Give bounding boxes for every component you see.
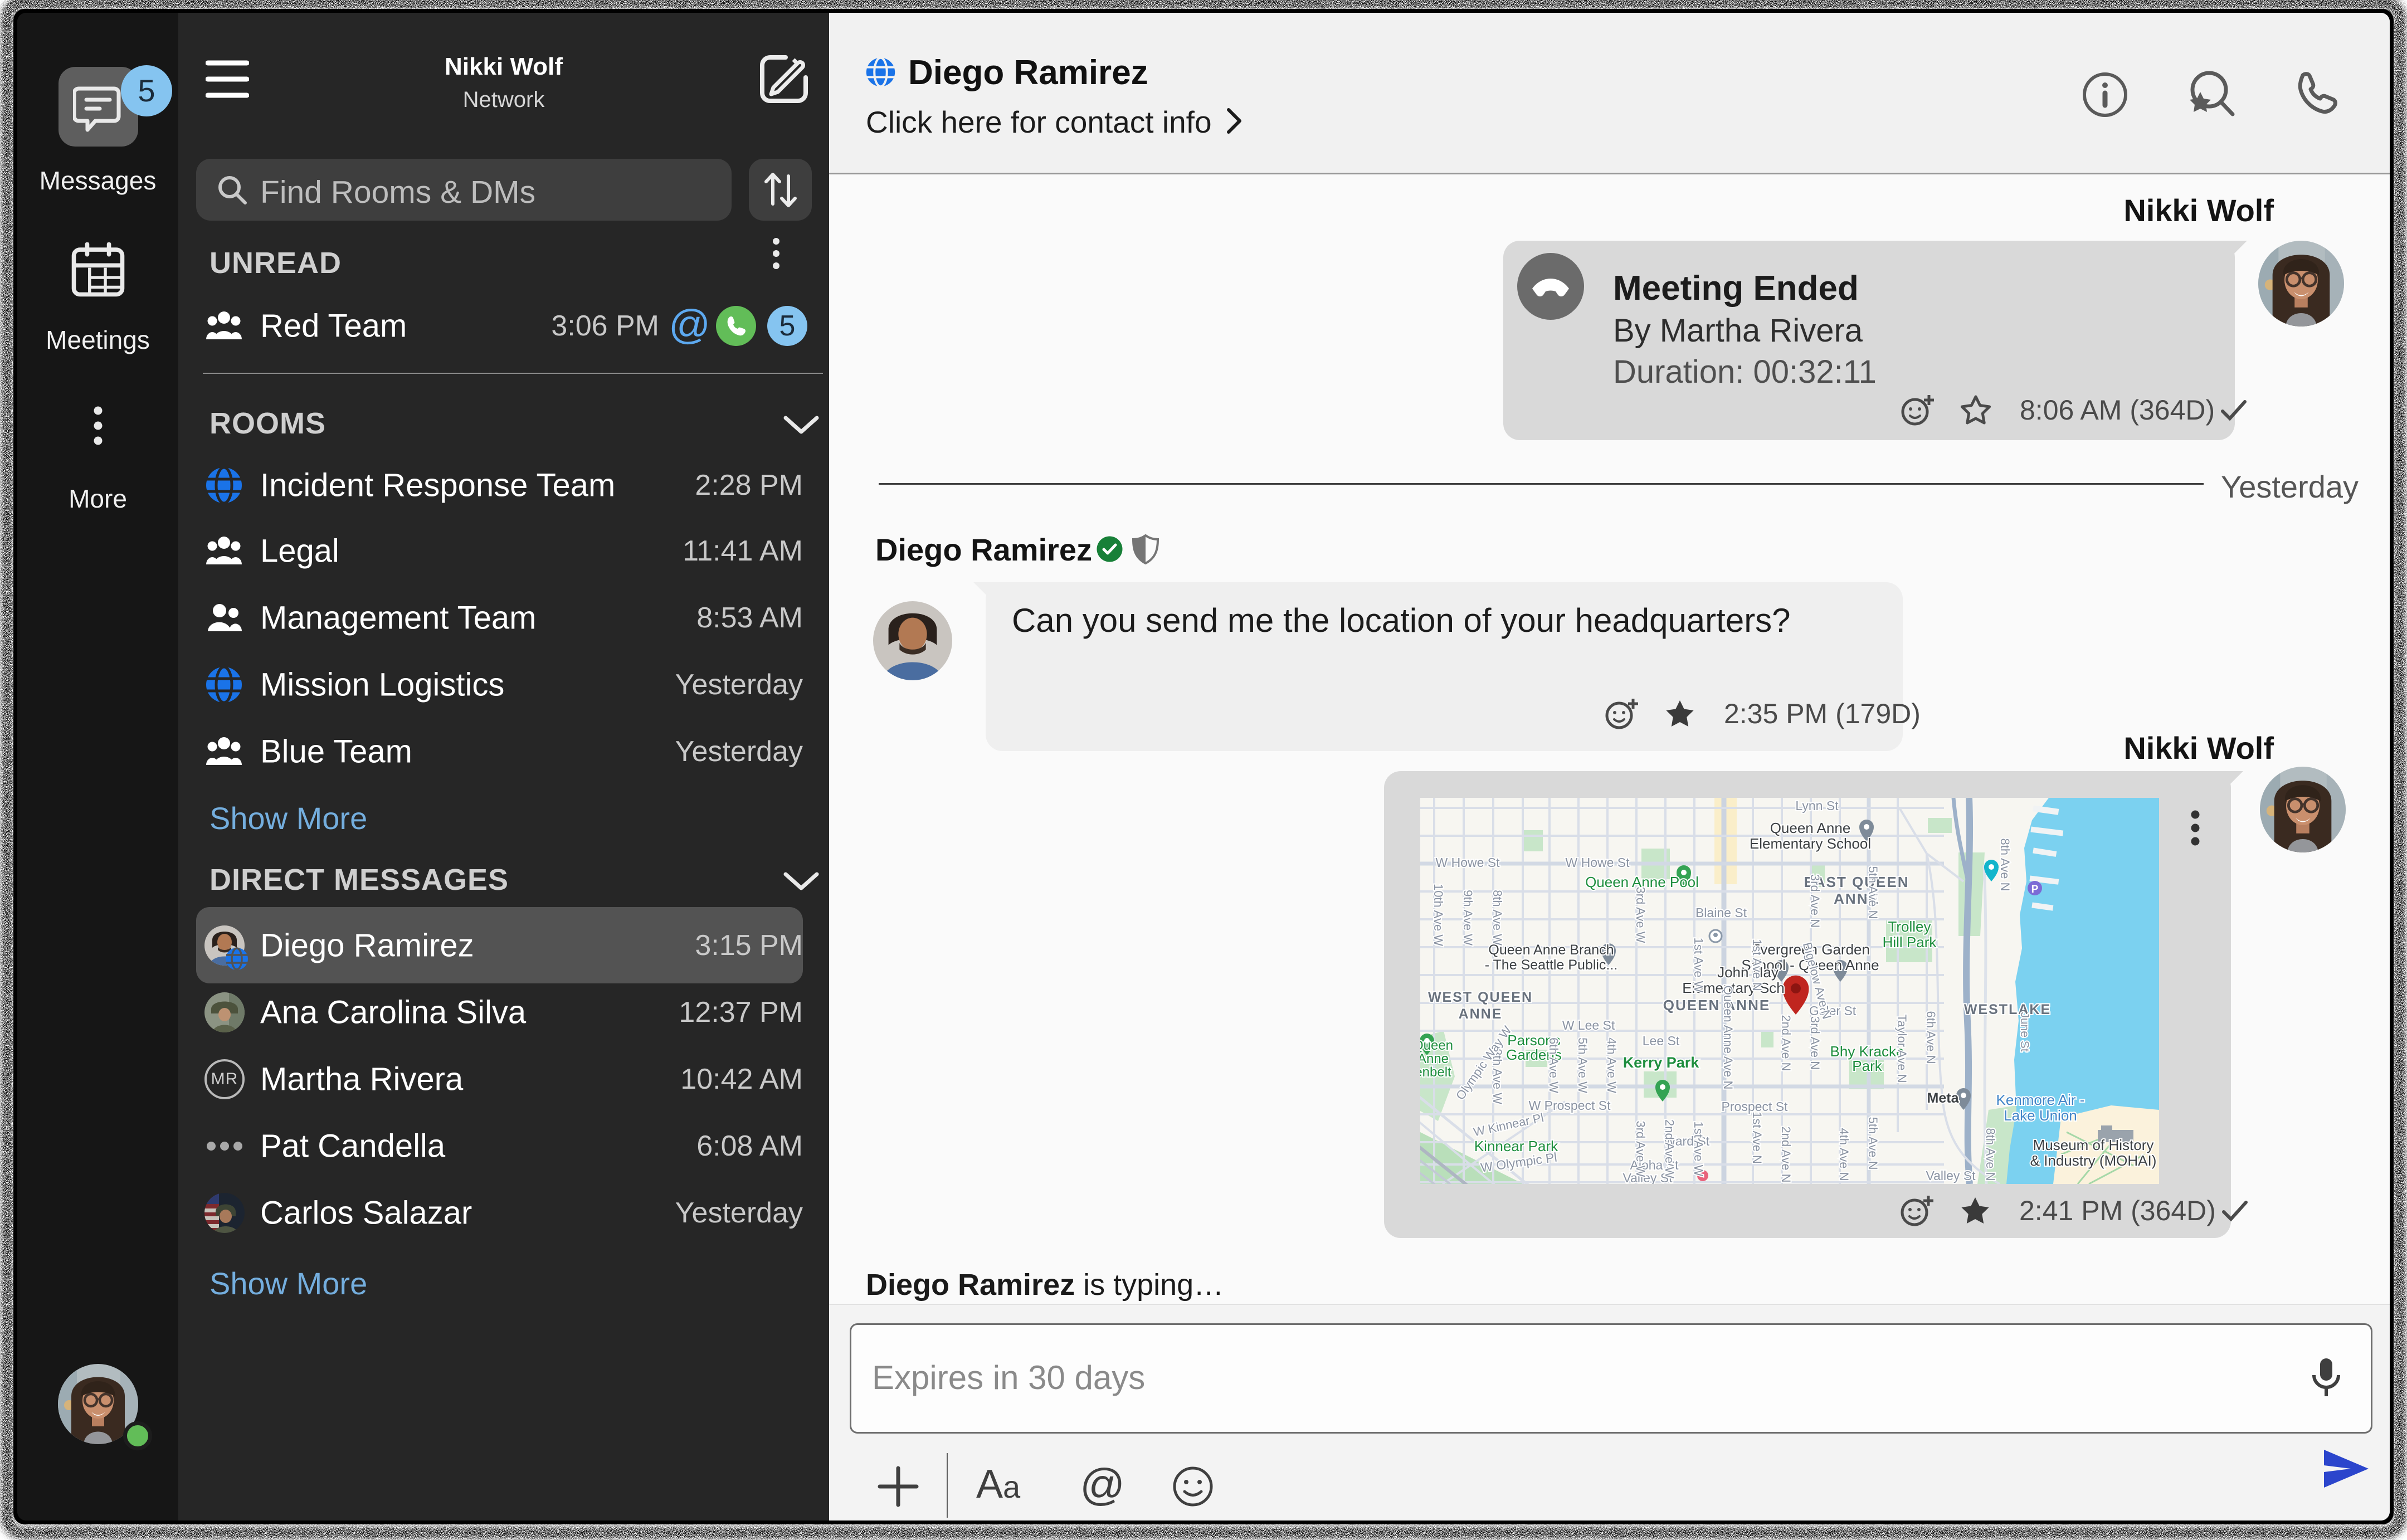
svg-text:- The Seattle Public...: - The Seattle Public... <box>1485 957 1618 973</box>
svg-text:2nd Ave W: 2nd Ave W <box>1663 1119 1677 1178</box>
svg-text:Museum of History: Museum of History <box>2033 1137 2154 1153</box>
svg-text:1st Ave W: 1st Ave W <box>1692 938 1706 993</box>
svg-text:Taylor Ave N: Taylor Ave N <box>1895 1014 1909 1083</box>
svg-text:Park: Park <box>1852 1057 1882 1074</box>
svg-text:6th Ave N: 6th Ave N <box>1924 1011 1938 1064</box>
svg-text:Valley St: Valley St <box>1926 1168 1976 1183</box>
svg-text:2nd Ave N: 2nd Ave N <box>1779 1015 1793 1071</box>
svg-text:WEST QUEEN: WEST QUEEN <box>1428 990 1533 1005</box>
svg-text:Meta: Meta <box>1927 1090 1960 1106</box>
svg-text:W Howe St: W Howe St <box>1435 855 1500 870</box>
svg-text:4th Ave W: 4th Ave W <box>1605 1037 1619 1093</box>
svg-text:& Industry (MOHAI): & Industry (MOHAI) <box>2030 1152 2157 1169</box>
svg-text:John Hay: John Hay <box>1717 964 1779 981</box>
svg-text:WESTLAKE: WESTLAKE <box>1964 1002 2051 1017</box>
svg-text:3rd Ave N: 3rd Ave N <box>1808 1016 1822 1070</box>
svg-text:Lake Union: Lake Union <box>2004 1107 2077 1124</box>
svg-text:Blaine St: Blaine St <box>1695 905 1747 920</box>
svg-text:5th Ave W: 5th Ave W <box>1576 1037 1590 1093</box>
svg-text:Trolley: Trolley <box>1888 918 1931 935</box>
svg-text:6th Ave W: 6th Ave W <box>1547 1037 1561 1093</box>
svg-text:Hill Park: Hill Park <box>1883 934 1937 951</box>
svg-text:P: P <box>2031 884 2039 895</box>
svg-text:8th Ave N: 8th Ave N <box>1984 1128 1997 1181</box>
svg-text:3rd Ave W: 3rd Ave W <box>1634 1120 1648 1177</box>
svg-text:enbelt: enbelt <box>1420 1065 1451 1080</box>
svg-text:Queen: Queen <box>1420 1038 1453 1053</box>
svg-text:QUEEN ANNE: QUEEN ANNE <box>1663 997 1770 1013</box>
svg-text:1st Ave N: 1st Ave N <box>1750 1112 1764 1164</box>
svg-text:Queen Anne Branch: Queen Anne Branch <box>1488 942 1614 958</box>
svg-text:2nd Ave N: 2nd Ave N <box>1779 1126 1793 1182</box>
svg-text:W Howe St: W Howe St <box>1565 855 1630 870</box>
svg-text:Elementary School: Elementary School <box>1750 835 1871 852</box>
svg-text:June St: June St <box>2018 1012 2031 1051</box>
svg-text:Kenmore Air -: Kenmore Air - <box>1996 1091 2085 1108</box>
svg-text:3rd Ave W: 3rd Ave W <box>1634 886 1648 943</box>
svg-text:3rd Ave N: 3rd Ave N <box>1808 874 1822 928</box>
svg-text:Queen Anne Ave N: Queen Anne Ave N <box>1721 986 1735 1090</box>
svg-text:Lynn St: Lynn St <box>1795 798 1839 813</box>
svg-text:8th Ave N: 8th Ave N <box>1998 839 2012 891</box>
svg-text:8th Ave W: 8th Ave W <box>1490 890 1504 946</box>
svg-text:1st Ave N: 1st Ave N <box>1750 939 1764 991</box>
svg-text:Lee St: Lee St <box>1643 1034 1680 1048</box>
svg-text:5th Ave N: 5th Ave N <box>1866 866 1880 919</box>
svg-text:10th Ave W: 10th Ave W <box>1431 884 1445 946</box>
svg-text:Kerry Park: Kerry Park <box>1623 1054 1700 1071</box>
svg-text:Anne: Anne <box>1420 1051 1449 1066</box>
svg-text:W Lee St: W Lee St <box>1562 1018 1615 1032</box>
svg-text:4th Ave N: 4th Ave N <box>1837 1128 1851 1181</box>
svg-text:5th Ave N: 5th Ave N <box>1866 1117 1880 1170</box>
svg-text:Queen Anne: Queen Anne <box>1770 820 1851 836</box>
svg-text:9th Ave W: 9th Ave W <box>1461 890 1475 946</box>
svg-text:ANNE: ANNE <box>1459 1006 1503 1022</box>
svg-text:1st Ave W: 1st Ave W <box>1692 1122 1706 1177</box>
